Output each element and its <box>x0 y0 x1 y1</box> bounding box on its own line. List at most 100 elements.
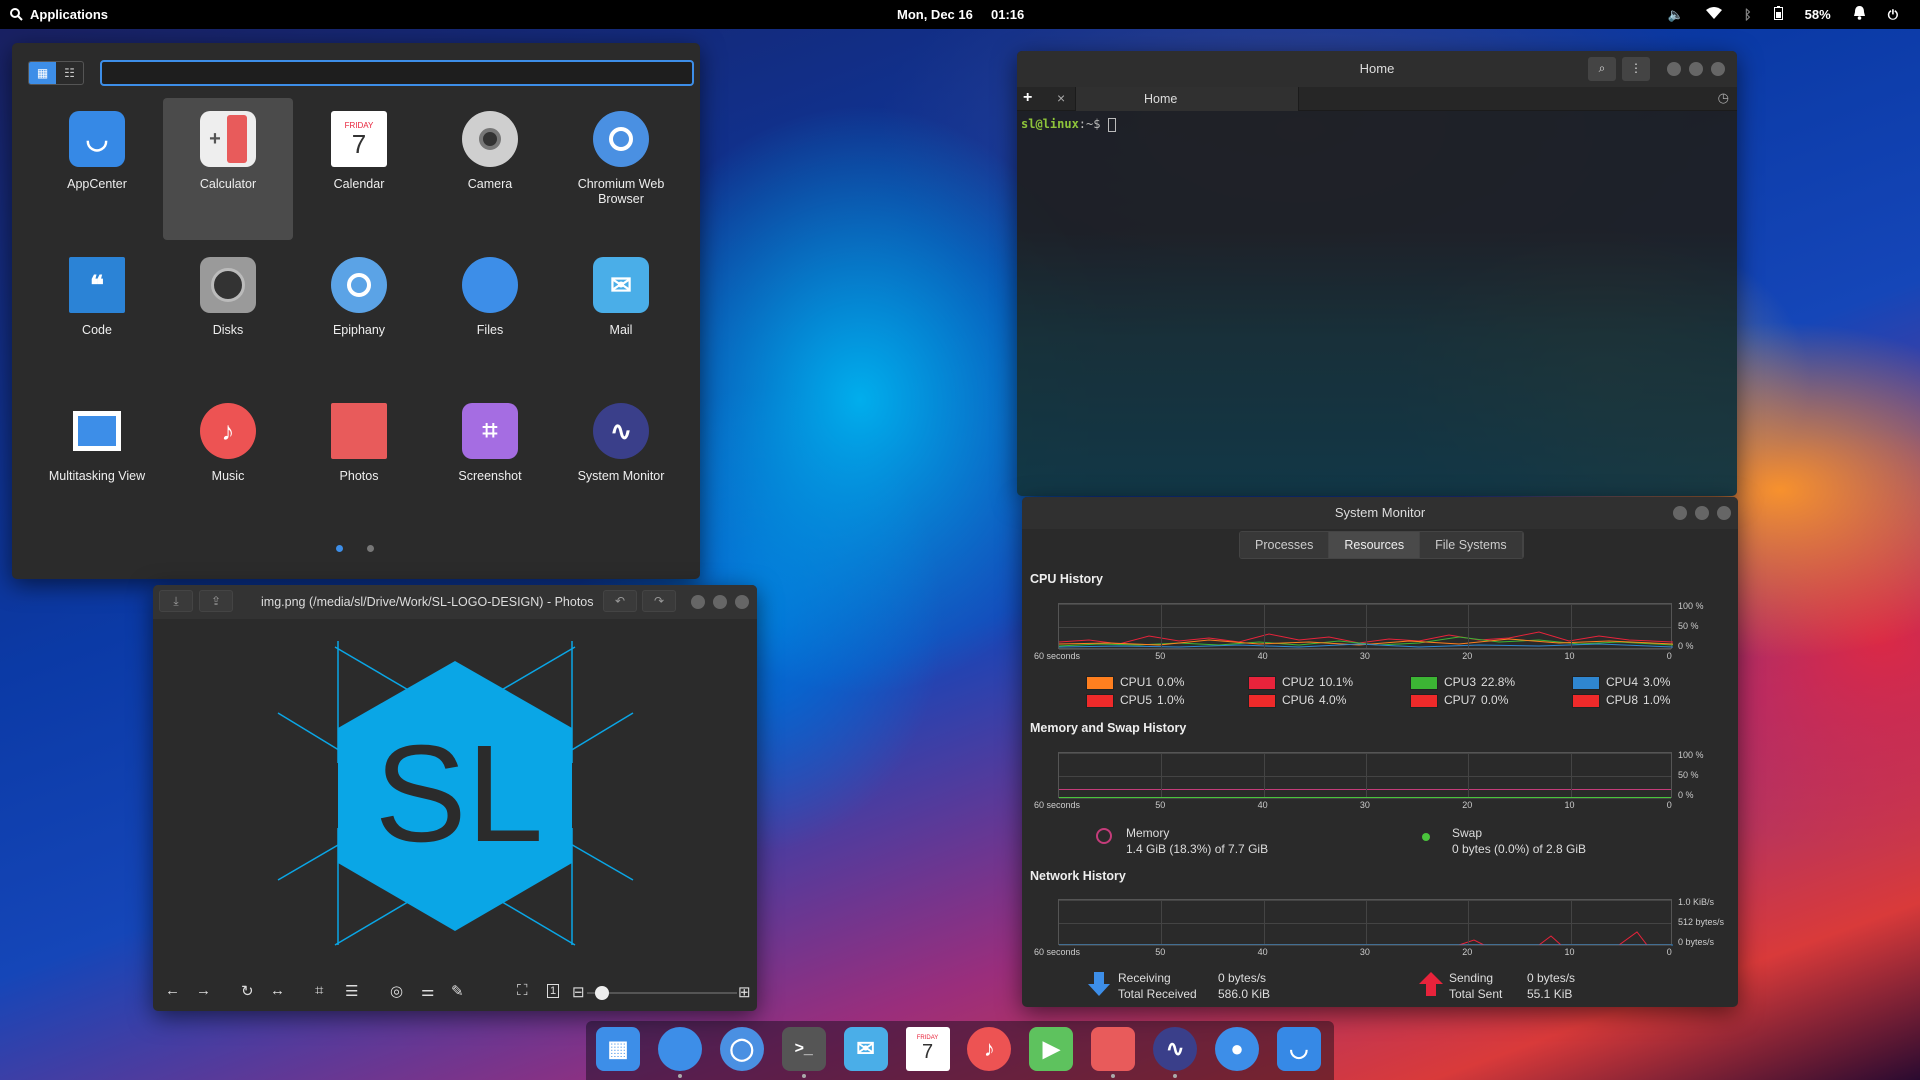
x-tick-label: 30 <box>1359 947 1370 957</box>
zoom-out-icon[interactable]: ⊟ <box>572 983 585 1001</box>
zoom-slider[interactable] <box>587 986 737 1000</box>
terminal-menu-button[interactable]: ⋮ <box>1622 57 1650 81</box>
search-input[interactable] <box>100 60 694 86</box>
appcenter-icon[interactable]: ◡ <box>1276 1027 1321 1071</box>
actual-size-icon[interactable]: 1 <box>547 984 560 998</box>
bluetooth-icon[interactable]: ᛒ <box>1744 7 1752 22</box>
power-icon[interactable]: ⏻ <box>1888 7 1898 23</box>
battery-percent[interactable]: 58% <box>1805 7 1831 22</box>
app-screenshot[interactable]: ⌗ Screenshot <box>425 390 555 532</box>
app-photos[interactable]: Photos <box>294 390 424 532</box>
undo-button[interactable]: ↶ <box>603 590 637 612</box>
cpu-color-swatch[interactable] <box>1572 693 1600 708</box>
new-tab-button[interactable]: + <box>1023 89 1032 107</box>
app-multitasking[interactable]: Multitasking View <box>32 390 162 532</box>
maximize-button[interactable] <box>1689 62 1703 76</box>
app-mail[interactable]: ✉ Mail <box>556 244 686 386</box>
photos-icon[interactable] <box>1091 1027 1136 1071</box>
download-arrow-icon <box>1088 972 1110 996</box>
app-appcenter[interactable]: ◡ AppCenter <box>32 98 162 240</box>
minimize-button[interactable] <box>1667 62 1681 76</box>
maximize-button[interactable] <box>1695 506 1709 520</box>
volume-icon[interactable]: 🔈 <box>1668 7 1684 23</box>
battery-icon[interactable] <box>1773 6 1783 23</box>
app-label: AppCenter <box>67 177 127 191</box>
app-system-monitor[interactable]: ∿ System Monitor <box>556 390 686 532</box>
calendar-icon[interactable]: FRIDAY 7 <box>905 1027 950 1071</box>
wifi-icon[interactable] <box>1705 7 1722 22</box>
app-label: Multitasking View <box>48 469 146 483</box>
videos-icon[interactable]: ▶ <box>1029 1027 1074 1071</box>
app-calendar[interactable]: FRIDAY 7 Calendar <box>294 98 424 240</box>
app-epiphany[interactable]: Epiphany <box>294 244 424 386</box>
files-icon[interactable] <box>657 1027 702 1071</box>
app-calculator[interactable]: + Calculator <box>163 98 293 240</box>
minimize-button[interactable] <box>1673 506 1687 520</box>
fullscreen-icon[interactable]: ⛶ <box>517 982 528 999</box>
tab-processes[interactable]: Processes <box>1240 532 1330 558</box>
grid-view-icon[interactable]: ▦ <box>29 62 56 84</box>
close-button[interactable] <box>735 595 749 609</box>
terminal-tab[interactable] <box>1075 87 1299 111</box>
adjust-icon[interactable]: ⚌ <box>421 982 434 1000</box>
settings-icon[interactable]: ● <box>1215 1027 1259 1071</box>
cpu-color-swatch[interactable] <box>1086 693 1114 708</box>
mail-icon[interactable]: ✉ <box>843 1027 888 1071</box>
total-received-value: 586.0 KiB <box>1218 987 1271 1001</box>
app-label: Mail <box>609 323 633 337</box>
redeye-icon[interactable]: ◎ <box>390 982 403 1000</box>
close-tab-icon[interactable]: × <box>1057 90 1065 106</box>
flip-icon[interactable]: ↔ <box>270 982 285 999</box>
close-button[interactable] <box>1717 506 1731 520</box>
music-icon[interactable]: ♪ <box>967 1027 1012 1071</box>
date-label[interactable]: Mon, Dec 16 <box>897 7 973 22</box>
x-tick-label: 50 <box>1155 947 1166 957</box>
terminal-search-button[interactable]: ⌕ <box>1588 57 1616 81</box>
multitasking-icon[interactable]: ▦ <box>596 1027 640 1071</box>
terminal-prompt[interactable]: sl@linux:~$ <box>1021 117 1116 132</box>
back-arrow-icon[interactable]: ← <box>165 982 180 999</box>
applications-menu-button[interactable]: Applications <box>10 0 108 29</box>
network-history-heading: Network History <box>1030 869 1126 883</box>
app-music[interactable]: ♪ Music <box>163 390 293 532</box>
tab-history-icon[interactable]: ◷ <box>1718 90 1729 106</box>
crop-icon[interactable]: ⌗ <box>315 982 323 999</box>
app-chromium[interactable]: Chromium Web Browser <box>556 98 686 240</box>
cpu-color-swatch[interactable] <box>1410 675 1438 690</box>
tab-file-systems[interactable]: File Systems <box>1420 532 1523 558</box>
sending-label: Sending <box>1449 971 1494 985</box>
export-button[interactable]: ⤓ <box>159 590 193 612</box>
category-view-icon[interactable]: ☷ <box>56 62 83 84</box>
app-disks[interactable]: Disks <box>163 244 293 386</box>
cpu-color-swatch[interactable] <box>1410 693 1438 708</box>
minimize-button[interactable] <box>691 595 705 609</box>
chromium-icon[interactable]: ◯ <box>719 1027 764 1071</box>
notifications-icon[interactable] <box>1853 6 1866 23</box>
page-dot-2[interactable] <box>367 545 374 552</box>
photo-canvas[interactable]: SL <box>153 623 757 968</box>
zoom-in-icon[interactable]: ⊞ <box>738 983 751 1001</box>
enhance-icon[interactable]: ✎ <box>451 982 464 1000</box>
app-camera[interactable]: Camera <box>425 98 555 240</box>
time-label[interactable]: 01:16 <box>991 7 1024 22</box>
publish-button[interactable]: ⇪ <box>199 590 233 612</box>
terminal-icon[interactable]: >_ <box>781 1027 826 1071</box>
page-dot-1[interactable] <box>336 545 343 552</box>
straighten-icon[interactable]: ☰ <box>345 982 358 1000</box>
maximize-button[interactable] <box>713 595 727 609</box>
cpu-color-swatch[interactable] <box>1572 675 1600 690</box>
tab-resources[interactable]: Resources <box>1329 532 1421 558</box>
rotate-icon[interactable]: ↻ <box>241 982 254 1000</box>
close-button[interactable] <box>1711 62 1725 76</box>
app-files[interactable]: Files <box>425 244 555 386</box>
zoom-slider-handle[interactable] <box>594 986 609 1000</box>
forward-arrow-icon[interactable]: → <box>196 982 211 999</box>
redo-button[interactable]: ↷ <box>642 590 676 612</box>
system-monitor-icon[interactable]: ∿ <box>1153 1027 1198 1071</box>
cpu-color-swatch[interactable] <box>1248 675 1276 690</box>
cpu-color-swatch[interactable] <box>1086 675 1114 690</box>
cpu-color-swatch[interactable] <box>1248 693 1276 708</box>
cpu-legend-item: CPU7 0.0% <box>1410 693 1508 708</box>
view-toggle[interactable]: ▦ ☷ <box>28 61 84 85</box>
app-code[interactable]: ❝ Code <box>32 244 162 386</box>
